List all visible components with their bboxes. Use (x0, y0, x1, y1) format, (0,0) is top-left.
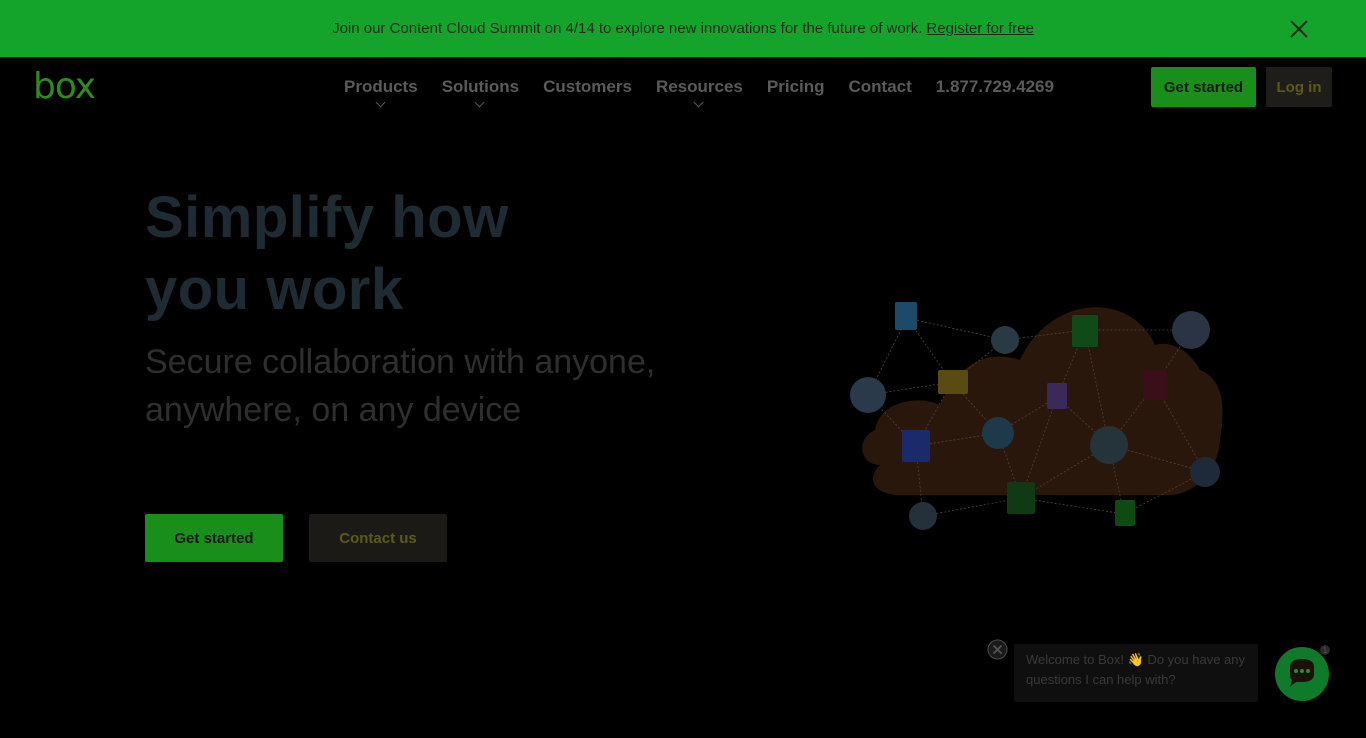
menu-resources-label: Resources (655, 77, 743, 96)
avatar (909, 502, 937, 530)
hero-get-started-button[interactable]: Get started (145, 514, 283, 562)
menu-solutions-label: Solutions (441, 77, 520, 96)
menu-products-label: Products (344, 77, 418, 96)
login-button[interactable]: Log in (1266, 67, 1332, 107)
contact-us-button[interactable]: Contact us (309, 514, 447, 562)
chevron-down-icon (474, 97, 485, 108)
avatar (850, 377, 886, 413)
cloud-shape (862, 307, 1223, 495)
menu-phone[interactable]: 1.877.729.4269 (924, 77, 1066, 97)
hero-title-line1: Simplify how (145, 185, 509, 250)
hero-title-line2: you work (145, 257, 404, 322)
menu-resources[interactable]: Resources (644, 77, 755, 108)
menu-customers-label: Customers (543, 77, 632, 96)
avatar (1090, 426, 1128, 464)
avatar (991, 326, 1019, 354)
announcement-banner: Join our Content Cloud Summit on 4/14 to… (0, 0, 1366, 57)
register-link[interactable]: Register for free (926, 20, 1034, 37)
box-logo[interactable]: box (33, 69, 96, 105)
folder-icon (938, 370, 968, 394)
presentation-doc-icon (1115, 500, 1135, 526)
slides-doc-icon (1072, 315, 1098, 347)
spreadsheet-icon (902, 430, 930, 462)
chevron-down-icon (693, 97, 704, 108)
chat-close-icon[interactable] (987, 639, 1008, 660)
menu-contact[interactable]: Contact (837, 77, 924, 97)
pdf-doc-icon (1143, 370, 1167, 400)
collaboration-cloud-illustration (850, 302, 1223, 530)
main-menu: Products Solutions Customers Resources P… (332, 77, 1066, 108)
image-doc-icon (1047, 383, 1067, 409)
chevron-down-icon (375, 97, 386, 108)
close-icon[interactable] (1288, 18, 1310, 40)
avatar (982, 417, 1014, 449)
avatar (1172, 311, 1210, 349)
menu-customers[interactable]: Customers (531, 77, 644, 97)
chat-welcome-message[interactable]: Welcome to Box! 👋 Do you have any questi… (1014, 644, 1258, 702)
nav-get-started-button[interactable]: Get started (1151, 67, 1256, 107)
menu-solutions[interactable]: Solutions (430, 77, 531, 108)
menu-pricing[interactable]: Pricing (755, 77, 837, 97)
menu-products[interactable]: Products (332, 77, 430, 108)
banner-message: Join our Content Cloud Summit on 4/14 to… (332, 20, 923, 37)
avatar (1190, 457, 1220, 487)
word-doc-icon (895, 302, 917, 330)
hero-subtitle: Secure collaboration with anyone, anywhe… (145, 343, 656, 429)
chat-launcher-button[interactable]: 1 (1274, 645, 1330, 701)
menu-pricing-label: Pricing (766, 77, 825, 96)
notification-count: 1 (1323, 646, 1328, 655)
hero-title: Simplify how you work (145, 182, 509, 326)
menu-contact-label: Contact (848, 77, 912, 96)
menu-phone-label: 1.877.729.4269 (935, 77, 1054, 96)
project-doc-icon (1007, 482, 1035, 514)
top-navigation: box Products Solutions Customers Resourc… (0, 57, 1366, 117)
